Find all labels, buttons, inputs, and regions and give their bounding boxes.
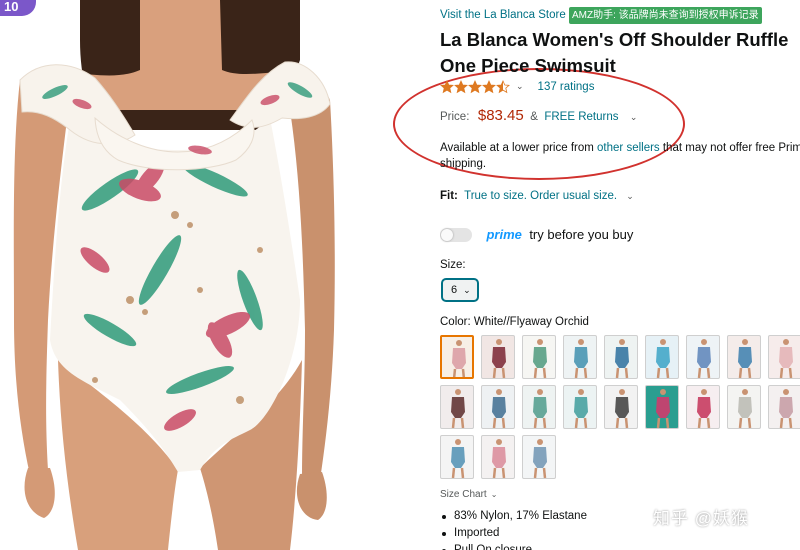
swimsuit-thumbnail-icon (779, 389, 793, 428)
color-swatch[interactable] (727, 335, 761, 379)
chevron-down-icon[interactable]: ⌄ (516, 81, 524, 91)
toggle-knob (441, 228, 453, 241)
color-label: Color: (440, 316, 471, 328)
color-swatch[interactable] (686, 385, 720, 429)
color-row: Color: White//Flyaway Orchid (440, 316, 589, 328)
swimsuit-thumbnail-icon (574, 339, 588, 378)
swimsuit-thumbnail-icon (656, 339, 670, 378)
ratings-count-link[interactable]: 137 ratings (538, 81, 595, 93)
swimsuit-thumbnail-icon (533, 339, 547, 378)
color-swatch[interactable] (481, 385, 515, 429)
color-swatch[interactable] (440, 435, 474, 479)
swimsuit-thumbnail-icon (615, 339, 629, 378)
color-value: White//Flyaway Orchid (473, 316, 589, 328)
color-swatch[interactable] (645, 335, 679, 379)
feature-bullet: Pull On closure (440, 542, 587, 550)
feature-bullet: 83% Nylon, 17% Elastane (440, 508, 587, 525)
feature-bullets: 83% Nylon, 17% Elastane Imported Pull On… (440, 508, 587, 550)
color-swatch[interactable] (604, 335, 638, 379)
fit-value[interactable]: True to size. Order usual size. (464, 190, 617, 202)
swimsuit-thumbnail-icon (451, 439, 465, 478)
fit-row[interactable]: Fit: True to size. Order usual size. ⌄ (440, 190, 634, 202)
chevron-down-icon: ⌄ (463, 285, 471, 295)
swimsuit-thumbnail-icon (738, 389, 752, 428)
extension-chip[interactable]: AMZ助手: 该品牌尚未查询到授权申诉记录 (569, 7, 762, 24)
lower-price-notice: Available at a lower price from other se… (440, 140, 800, 172)
color-swatch[interactable] (768, 335, 800, 379)
chevron-down-icon[interactable]: ⌄ (630, 112, 638, 122)
color-swatch[interactable] (563, 385, 597, 429)
size-chart-link[interactable]: Size Chart ⌄ (440, 489, 497, 500)
prime-text: try before you buy (529, 227, 634, 243)
color-swatch[interactable] (522, 335, 556, 379)
color-swatch[interactable] (440, 385, 474, 429)
watermark: 知乎 @妖猴 (653, 509, 749, 528)
color-swatch[interactable] (563, 335, 597, 379)
model-swimsuit-illustration (13, 0, 335, 550)
swimsuit-thumbnail-icon (492, 339, 506, 378)
swimsuit-thumbnail-icon (492, 389, 506, 428)
size-select[interactable]: 6 ⌄ (441, 278, 479, 302)
color-swatch[interactable] (522, 435, 556, 479)
color-swatch[interactable] (440, 335, 474, 379)
swimsuit-thumbnail-icon (615, 389, 629, 428)
color-swatch[interactable] (522, 385, 556, 429)
size-chart-label: Size Chart (440, 489, 487, 500)
lower-price-prefix: Available at a lower price from (440, 142, 598, 154)
swimsuit-thumbnail-icon (738, 339, 752, 378)
swimsuit-thumbnail-icon (451, 389, 465, 428)
color-swatch[interactable] (768, 385, 800, 429)
fit-label: Fit: (440, 190, 458, 202)
store-link[interactable]: Visit the La Blanca Store (440, 9, 566, 21)
price-value: $83.45 (477, 107, 524, 124)
chevron-down-icon: ⌄ (490, 490, 498, 499)
color-swatch[interactable] (481, 435, 515, 479)
color-swatch[interactable] (604, 385, 638, 429)
star-rating-icon (440, 79, 510, 93)
price-row: Price: $83.45 & FREE Returns ⌄ (440, 107, 637, 125)
swimsuit-thumbnail-icon (533, 439, 547, 478)
price-label: Price: (440, 111, 470, 123)
free-returns-link[interactable]: FREE Returns (544, 111, 618, 123)
swimsuit-thumbnail-icon (533, 389, 547, 428)
swimsuit-thumbnail-icon (697, 339, 711, 378)
prime-try-before-you-buy[interactable]: prime try before you buy (440, 226, 633, 244)
swimsuit-thumbnail-icon (779, 339, 793, 378)
product-details: Visit the La Blanca Store AMZ助手: 该品牌尚未查询… (440, 0, 800, 550)
color-swatch[interactable] (727, 385, 761, 429)
swimsuit-thumbnail-icon (656, 389, 670, 428)
price-amp: & (530, 111, 538, 123)
chevron-down-icon[interactable]: ⌄ (626, 191, 634, 201)
swimsuit-thumbnail-icon (574, 389, 588, 428)
color-swatch[interactable] (645, 385, 679, 429)
swimsuit-thumbnail-icon (452, 340, 466, 377)
color-swatch[interactable] (686, 335, 720, 379)
rating-row[interactable]: ⌄ 137 ratings (440, 78, 594, 94)
color-swatch[interactable] (481, 335, 515, 379)
feature-bullet: Imported (440, 525, 587, 542)
prime-toggle[interactable] (440, 227, 472, 242)
other-sellers-link[interactable]: other sellers (597, 142, 660, 154)
swimsuit-thumbnail-icon (492, 439, 506, 478)
size-select-value: 6 (451, 284, 458, 296)
product-image[interactable]: 10 (0, 0, 400, 550)
swimsuit-thumbnail-icon (697, 389, 711, 428)
product-title: La Blanca Women's Off Shoulder Ruffle On… (440, 29, 789, 76)
prime-logo: prime (486, 227, 522, 243)
size-label: Size: (440, 259, 466, 271)
